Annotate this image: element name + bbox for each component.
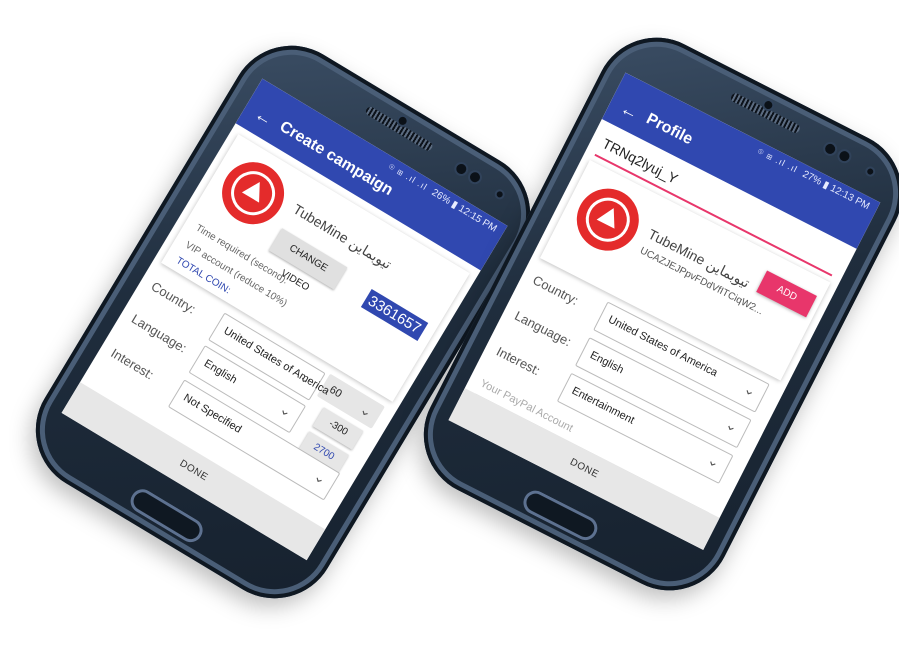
- status-icons: ⌾ ⊞ .ıl .ıl: [756, 145, 800, 175]
- language-value: English: [201, 357, 239, 387]
- chevron-down-icon: ⌄: [741, 380, 760, 400]
- language-label: Language:: [128, 311, 190, 356]
- back-arrow-icon[interactable]: ←: [617, 98, 642, 125]
- chevron-down-icon: ⌄: [357, 400, 376, 421]
- clock: 12:13 PM: [828, 182, 872, 213]
- phone-right: ⌾ ⊞ .ıl .ıl 27% ▮ 12:13 PM ← Profile TRN…: [402, 16, 899, 612]
- phone-left: ⌾ ⊞ .ıl .ıl 26% ▮ 12:15 PM ← Create camp…: [12, 22, 554, 622]
- country-label: Country:: [148, 278, 199, 317]
- status-bar: ⌾ ⊞ .ıl .ıl 27% ▮ 12:13 PM: [756, 145, 872, 213]
- screen-profile: ⌾ ⊞ .ıl .ıl 27% ▮ 12:13 PM ← Profile TRN…: [448, 72, 881, 550]
- battery-level: 26%: [429, 187, 453, 207]
- chevron-down-icon: ⌄: [705, 451, 723, 471]
- speaker-grille: [729, 91, 802, 135]
- battery-level: 27%: [800, 168, 824, 188]
- screen-create-campaign: ⌾ ⊞ .ıl .ıl 26% ▮ 12:15 PM ← Create camp…: [61, 78, 508, 561]
- speaker-grille: [364, 105, 435, 153]
- home-button[interactable]: [519, 486, 602, 545]
- chevron-down-icon: ⌄: [311, 467, 330, 488]
- interest-label: Interest:: [494, 343, 543, 379]
- clock: 12:15 PM: [456, 203, 499, 235]
- page-title: Profile: [643, 110, 696, 149]
- language-value: English: [587, 349, 626, 377]
- proximity-sensor: [837, 149, 852, 163]
- proximity-sensor: [468, 170, 482, 185]
- country-label: Country:: [530, 272, 581, 309]
- interest-label: Interest:: [108, 345, 157, 383]
- channel-logo: [566, 177, 650, 262]
- front-camera: [454, 162, 469, 176]
- coin-count: 3361657: [360, 288, 429, 341]
- language-label: Language:: [512, 307, 574, 350]
- channel-logo: [210, 150, 296, 236]
- front-camera: [823, 142, 837, 156]
- status-bar: ⌾ ⊞ .ıl .ıl 26% ▮ 12:15 PM: [386, 161, 499, 235]
- back-arrow-icon[interactable]: ←: [251, 104, 277, 131]
- chevron-down-icon: ⌄: [723, 415, 741, 436]
- notification-led: [866, 167, 875, 176]
- chevron-down-icon: ⌄: [276, 400, 296, 421]
- notification-led: [495, 190, 504, 199]
- home-button[interactable]: [126, 484, 208, 547]
